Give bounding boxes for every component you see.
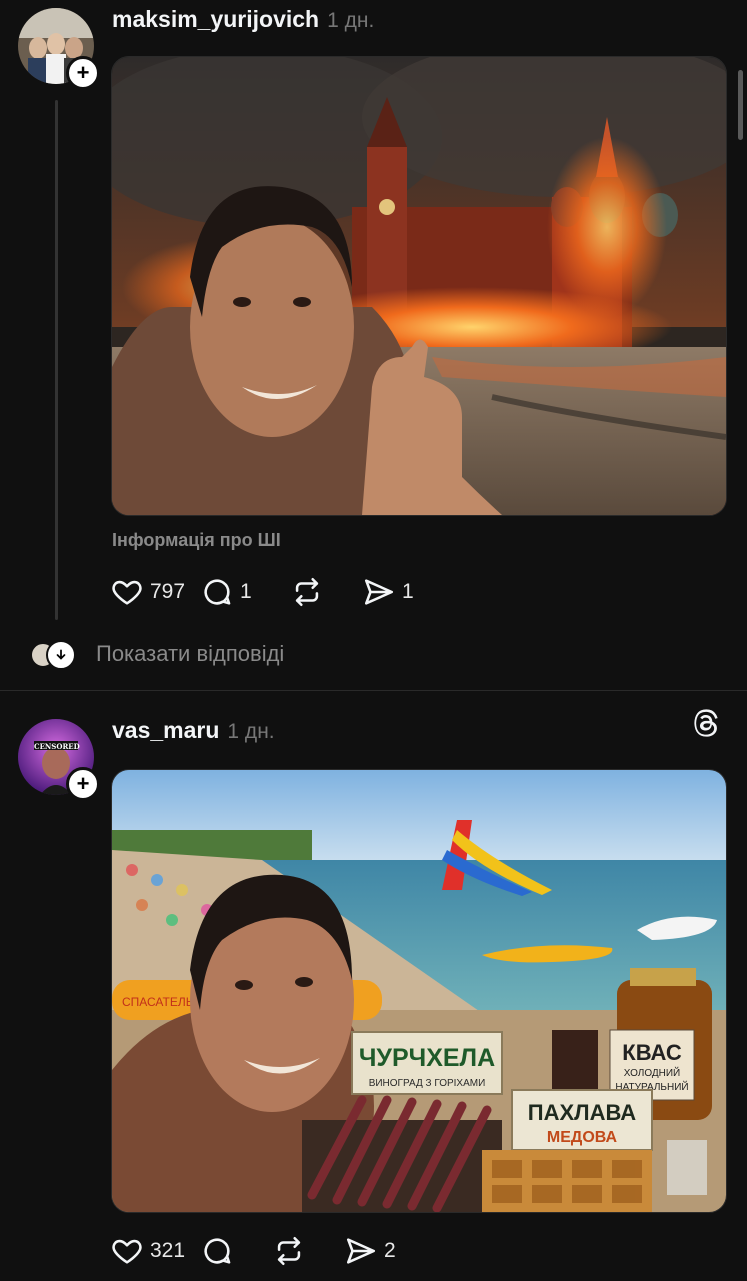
post-header: vas_maru 1 дн.: [112, 717, 275, 744]
kvas-sign-line1: ХОЛОДНИЙ: [624, 1066, 681, 1079]
repost-button[interactable]: [290, 575, 362, 609]
chevron-down-icon: [46, 640, 76, 670]
heart-icon: [112, 1239, 142, 1264]
post-header: maksim_yurijovich 1 дн.: [112, 6, 374, 33]
share-count: 2: [384, 1239, 396, 1262]
share-icon: [364, 579, 394, 605]
post: CENSORED + vas_maru 1 дн. СПАСАТЕЛЬ ЧУРЧ…: [0, 690, 747, 1281]
like-button[interactable]: 321: [110, 1234, 200, 1268]
comment-button[interactable]: 1: [200, 575, 290, 609]
post-actions: 797 1 1: [110, 575, 414, 609]
like-count: 321: [150, 1239, 186, 1262]
comment-icon: [204, 579, 231, 605]
kvas-sign-title: КВАС: [622, 1040, 682, 1065]
share-button[interactable]: 1: [362, 575, 414, 609]
username[interactable]: vas_maru: [112, 717, 219, 744]
heart-icon: [112, 580, 142, 605]
like-count: 797: [150, 580, 186, 603]
comment-icon: [204, 1238, 231, 1264]
ai-image-beach-selfie: СПАСАТЕЛЬ ЧУРЧХЕЛА ВИНОГРАД З ГОРІХАМИ К…: [112, 770, 726, 1212]
comment-button[interactable]: [200, 1234, 272, 1268]
repost-icon: [277, 1236, 301, 1266]
like-button[interactable]: 797: [110, 575, 200, 609]
post-image[interactable]: [111, 56, 727, 516]
thread-line: [55, 100, 58, 620]
ai-info-link[interactable]: Інформація про ШІ: [112, 530, 281, 551]
username[interactable]: maksim_yurijovich: [112, 6, 319, 33]
comment-count: 1: [240, 580, 252, 603]
repost-button[interactable]: [272, 1234, 344, 1268]
share-icon: [346, 1238, 376, 1264]
reply-avatars: [30, 640, 76, 670]
censored-badge: CENSORED: [34, 742, 80, 751]
follow-plus-icon[interactable]: +: [66, 56, 100, 90]
repost-icon: [295, 577, 319, 607]
post-image[interactable]: СПАСАТЕЛЬ ЧУРЧХЕЛА ВИНОГРАД З ГОРІХАМИ К…: [111, 769, 727, 1213]
churchkhela-sign-title: ЧУРЧХЕЛА: [359, 1044, 495, 1072]
post-time: 1 дн.: [227, 720, 275, 743]
pakhlava-sign-title: ПАХЛАВА: [528, 1100, 636, 1125]
share-button[interactable]: 2: [344, 1234, 396, 1268]
post: + maksim_yurijovich 1 дн. Інформація про…: [0, 0, 747, 690]
share-count: 1: [402, 580, 414, 603]
pakhlava-sign-sub: МЕДОВА: [547, 1129, 618, 1146]
show-replies-label[interactable]: Показати відповіді: [96, 641, 284, 667]
post-time: 1 дн.: [327, 9, 375, 32]
churchkhela-sign-sub: ВИНОГРАД З ГОРІХАМИ: [369, 1078, 486, 1089]
ring-text: СПАСАТЕЛЬ: [122, 995, 194, 1009]
threads-logo-icon[interactable]: [691, 708, 721, 738]
show-replies[interactable]: Показати відповіді: [30, 640, 284, 670]
post-actions: 321 2: [110, 1234, 396, 1268]
follow-plus-icon[interactable]: +: [66, 767, 100, 801]
ai-image-burning-kremlin: [112, 57, 726, 515]
